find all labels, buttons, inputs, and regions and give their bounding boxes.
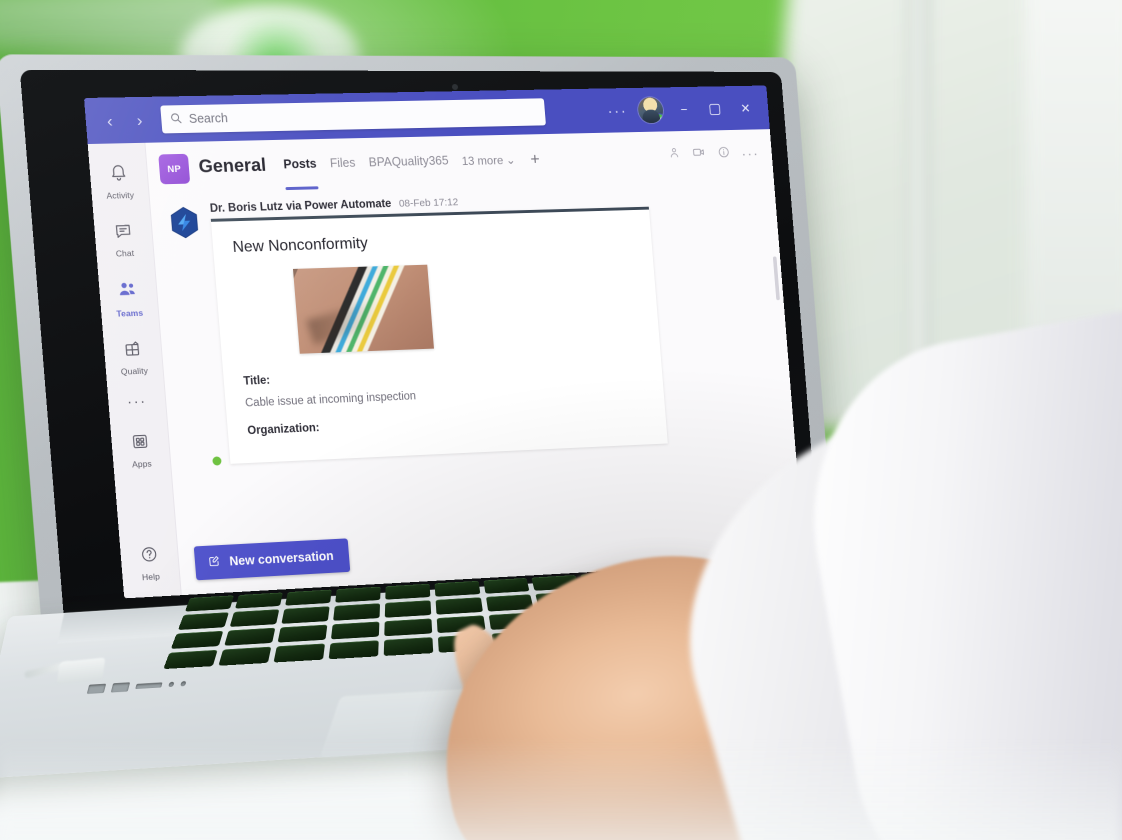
close-button[interactable]: ✕ <box>735 101 756 114</box>
field-value-title: Cable issue at incoming inspection <box>245 381 646 409</box>
posts-list: Dr. Boris Lutz via Power Automate 08-Feb… <box>149 169 800 539</box>
app-body: Activity Chat Teams Quality ··· Apps Hel… <box>88 129 805 598</box>
minimize-button[interactable]: − <box>673 103 694 116</box>
post-item: Dr. Boris Lutz via Power Automate 08-Feb… <box>166 189 775 466</box>
people-icon <box>117 279 140 306</box>
tab-posts[interactable]: Posts <box>282 149 317 181</box>
sidebar-item-label: Teams <box>116 308 143 319</box>
sidebar-more-apps-button[interactable]: ··· <box>126 394 147 410</box>
indicator-dot <box>180 680 186 685</box>
sidebar-item-quality[interactable]: Quality <box>104 331 162 382</box>
add-tab-button[interactable]: + <box>529 145 541 174</box>
navigation-buttons: ‹ › <box>95 106 155 135</box>
sidebar-item-label: Activity <box>106 190 134 201</box>
channel-info-icon[interactable] <box>716 145 730 163</box>
forward-button[interactable]: › <box>125 106 155 134</box>
team-members-icon[interactable] <box>667 146 680 163</box>
apps-grid-icon <box>130 432 151 457</box>
post-body: Dr. Boris Lutz via Power Automate 08-Feb… <box>209 189 774 464</box>
app-presence-badge <box>211 455 223 466</box>
channel-content: NP General Posts Files BPAQuality365 13 … <box>145 129 804 595</box>
laptop-screen: ‹ › Search ··· − ▢ ✕ Activity Chat Teams… <box>84 85 804 598</box>
teams-app-window: ‹ › Search ··· − ▢ ✕ Activity Chat Teams… <box>84 85 804 598</box>
presence-badge <box>654 113 664 123</box>
bell-icon <box>108 163 129 187</box>
tab-more-dropdown[interactable]: 13 more ⌄ <box>461 145 517 175</box>
scrollbar-thumb[interactable] <box>773 256 780 300</box>
search-icon <box>170 112 183 127</box>
sidebar-item-label: Help <box>142 571 161 582</box>
sidebar-item-activity[interactable]: Activity <box>90 156 148 206</box>
meet-now-video-icon[interactable] <box>691 145 706 164</box>
photo-scene: ‹ › Search ··· − ▢ ✕ Activity Chat Teams… <box>0 0 1122 840</box>
tab-files[interactable]: Files <box>329 148 357 180</box>
rail-spacer <box>143 483 147 538</box>
sidebar-item-apps[interactable]: Apps <box>112 424 170 475</box>
card-image-cable-photo <box>293 265 434 354</box>
settings-more-button[interactable]: ··· <box>607 102 628 119</box>
indicator-dot <box>168 681 174 686</box>
more-options-icon[interactable]: ··· <box>741 146 760 161</box>
back-button[interactable]: ‹ <box>95 106 125 135</box>
sidebar-item-help[interactable]: Help <box>121 536 179 588</box>
sidebar-item-label: Quality <box>121 366 149 377</box>
search-box[interactable]: Search <box>160 98 546 133</box>
webcam <box>452 84 458 90</box>
sidebar-item-teams[interactable]: Teams <box>100 271 158 324</box>
quality-app-icon <box>122 339 143 364</box>
sidebar-item-label: Chat <box>115 248 134 259</box>
adaptive-card: New Nonconformity Title: Cable issue at … <box>211 207 668 464</box>
search-input[interactable]: Search <box>188 111 228 126</box>
new-conversation-button[interactable]: New conversation <box>194 538 351 580</box>
new-conversation-label: New conversation <box>229 549 334 568</box>
page-title: General <box>197 150 267 181</box>
post-author: Dr. Boris Lutz via Power Automate <box>209 198 391 215</box>
sd-card-slot <box>135 682 162 689</box>
window-controls: ··· − ▢ ✕ <box>606 95 760 124</box>
sidebar-item-label: Apps <box>132 459 152 470</box>
power-automate-icon <box>168 226 203 244</box>
maximize-button[interactable]: ▢ <box>704 101 725 116</box>
channel-actions: ··· <box>667 139 760 165</box>
card-heading: New Nonconformity <box>232 227 633 257</box>
team-avatar: NP <box>158 154 190 185</box>
chat-bubble-icon <box>113 221 134 246</box>
more-tabs-label: 13 more <box>461 146 505 176</box>
chevron-down-icon: ⌄ <box>505 145 517 174</box>
avatar[interactable] <box>637 97 664 123</box>
compose-pencil-icon <box>207 554 221 571</box>
usb-port <box>111 682 130 692</box>
sidebar-item-chat[interactable]: Chat <box>95 214 153 264</box>
question-circle-icon <box>139 544 160 569</box>
field-label-organization: Organization: <box>247 408 647 437</box>
usb-port <box>87 683 106 693</box>
post-timestamp: 08-Feb 17:12 <box>398 196 458 209</box>
tab-bpaquality365[interactable]: BPAQuality365 <box>368 146 450 179</box>
